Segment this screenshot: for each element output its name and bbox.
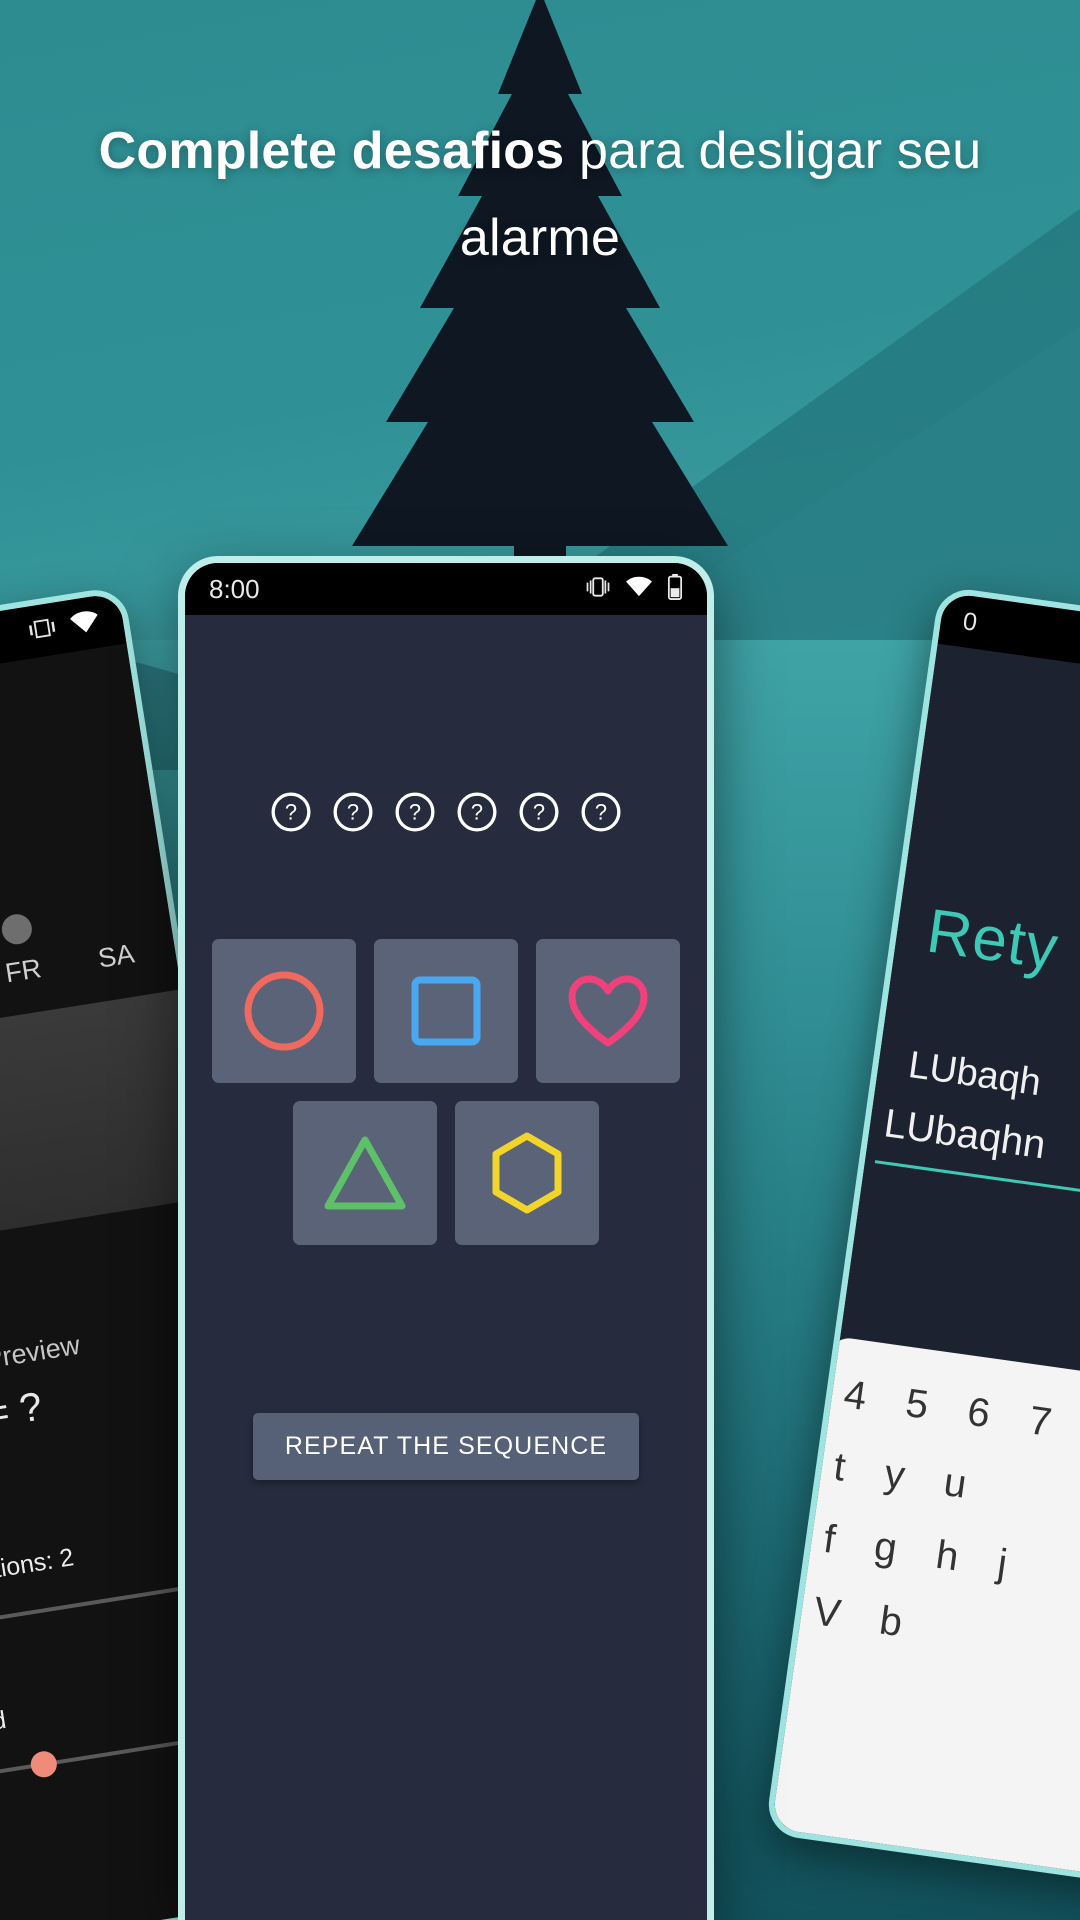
key[interactable]: 4 xyxy=(841,1372,869,1420)
vibrate-icon xyxy=(585,574,611,605)
svg-text:?: ? xyxy=(471,800,483,825)
vibrate-icon xyxy=(25,611,60,650)
repeat-sequence-button[interactable]: REPEAT THE SEQUENCE xyxy=(252,1413,640,1480)
status-icons xyxy=(585,573,683,605)
heart-icon xyxy=(568,975,648,1047)
difficulty-slider-knob[interactable] xyxy=(28,1749,59,1780)
shape-row-1 xyxy=(203,939,689,1083)
key[interactable]: f xyxy=(821,1517,838,1563)
key[interactable]: 5 xyxy=(903,1381,931,1429)
key[interactable]: 6 xyxy=(964,1390,993,1438)
svg-text:?: ? xyxy=(409,800,421,825)
typing-target-text: LUbaqh xyxy=(905,1044,1044,1105)
key[interactable]: V xyxy=(811,1589,844,1637)
svg-text:?: ? xyxy=(533,800,545,825)
app-screen: ? ? ? ? ? ? REPEAT THE SEQUENCE xyxy=(185,615,707,1920)
key[interactable]: b xyxy=(877,1598,905,1646)
retype-title: Rety xyxy=(922,896,1063,984)
battery-icon xyxy=(667,573,683,605)
triangle-icon xyxy=(324,1136,406,1210)
shape-grid xyxy=(185,939,707,1263)
shape-tile-square[interactable] xyxy=(374,939,518,1083)
main-phone-mockup: 8:00 ? ? ? ? ? ? REPEAT THE SEQUENCE xyxy=(178,556,714,1920)
wifi-icon xyxy=(625,575,653,603)
svg-text:?: ? xyxy=(595,800,607,825)
question-mark-icon: ? xyxy=(332,791,374,833)
repeat-button-wrapper: REPEAT THE SEQUENCE xyxy=(252,1413,640,1480)
shape-tile-hexagon[interactable] xyxy=(455,1101,599,1245)
square-icon xyxy=(411,976,481,1046)
question-mark-icon: ? xyxy=(518,791,560,833)
shape-tile-triangle[interactable] xyxy=(293,1101,437,1245)
key[interactable]: j xyxy=(995,1541,1010,1587)
key[interactable]: h xyxy=(933,1533,961,1581)
equation-preview: * 10 + 31 = ? xyxy=(0,1384,46,1463)
weekday-item: SA xyxy=(89,897,136,975)
hexagon-icon xyxy=(492,1132,562,1214)
weekday-label: FR xyxy=(3,953,44,989)
shape-tile-circle[interactable] xyxy=(212,939,356,1083)
key[interactable]: t xyxy=(831,1445,848,1491)
right-phone-clock: 0 xyxy=(961,606,979,637)
question-mark-icon: ? xyxy=(270,791,312,833)
weekday-item: FR xyxy=(0,912,43,990)
page-title: Complete desafios para desligar seu alar… xyxy=(0,108,1080,283)
typing-input-text: LUbaqhn xyxy=(881,1101,1049,1168)
status-bar: 8:00 xyxy=(185,563,707,615)
weekday-label: SA xyxy=(96,938,137,974)
svg-text:?: ? xyxy=(347,800,359,825)
question-mark-icon: ? xyxy=(456,791,498,833)
shape-row-2 xyxy=(203,1101,689,1245)
svg-text:?: ? xyxy=(285,800,297,825)
shape-tile-heart[interactable] xyxy=(536,939,680,1083)
status-clock: 8:00 xyxy=(209,573,260,604)
key[interactable]: y xyxy=(882,1452,908,1499)
difficulty-label: fficulty: Hard xyxy=(0,1705,9,1755)
typing-underline xyxy=(874,1160,1080,1220)
headline-bold: Complete desafios xyxy=(98,122,565,180)
equations-count-label: mber of Equations: 2 xyxy=(0,1543,76,1607)
wifi-icon xyxy=(67,606,103,642)
question-mark-icon: ? xyxy=(580,791,622,833)
key[interactable]: u xyxy=(941,1460,969,1508)
key[interactable]: g xyxy=(871,1524,900,1572)
question-mark-icon: ? xyxy=(394,791,436,833)
sequence-slots: ? ? ? ? ? ? xyxy=(270,791,622,833)
circle-icon xyxy=(244,971,324,1051)
weekday-dot xyxy=(0,912,34,947)
key[interactable]: 7 xyxy=(1026,1398,1054,1446)
